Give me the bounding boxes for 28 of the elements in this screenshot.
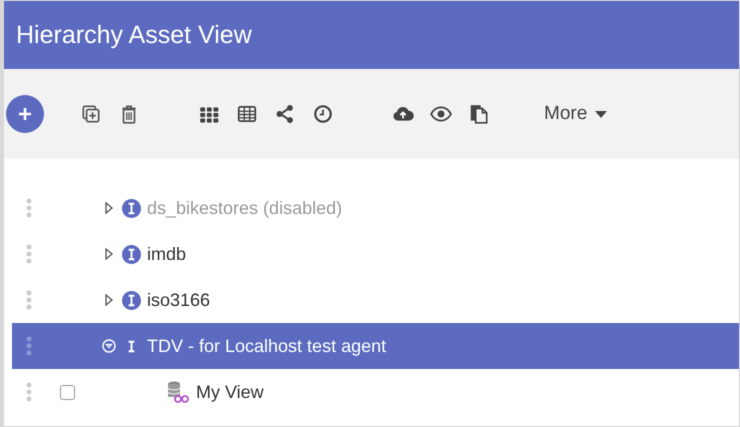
tree-row[interactable]: My View [12, 369, 739, 415]
tree-row[interactable]: TDV - for Localhost test agent [12, 323, 739, 369]
collapse-icon[interactable] [102, 339, 116, 353]
tree-item-label: imdb [147, 244, 186, 264]
source-icon [122, 244, 141, 264]
copy-add-icon[interactable] [80, 103, 102, 125]
drag-handle-icon[interactable] [26, 290, 32, 310]
checkbox[interactable] [60, 384, 75, 400]
tree-item-label: TDV - for Localhost test agent [147, 336, 386, 356]
source-icon [122, 198, 141, 218]
document-icon[interactable] [468, 103, 490, 125]
caret-icon [595, 110, 608, 118]
table-icon[interactable] [236, 103, 258, 125]
page-title: Hierarchy Asset View [16, 20, 252, 50]
drag-handle-icon[interactable] [26, 244, 32, 264]
add-button[interactable] [6, 95, 44, 133]
tree-item-label: iso3166 [147, 290, 210, 310]
plus-icon [18, 107, 32, 121]
drag-handle-icon[interactable] [26, 336, 32, 356]
drag-handle-icon[interactable] [26, 382, 32, 402]
more-menu-button[interactable]: More [544, 103, 608, 125]
clock-icon[interactable] [312, 103, 334, 125]
tree-row[interactable]: imdb [12, 231, 739, 277]
source-icon [122, 290, 141, 310]
tree-item-label: My View [196, 382, 264, 402]
tree-item-label: ds_bikestores (disabled) [147, 198, 342, 218]
tree-row[interactable]: iso3166 [12, 277, 739, 323]
share-icon[interactable] [274, 103, 296, 125]
